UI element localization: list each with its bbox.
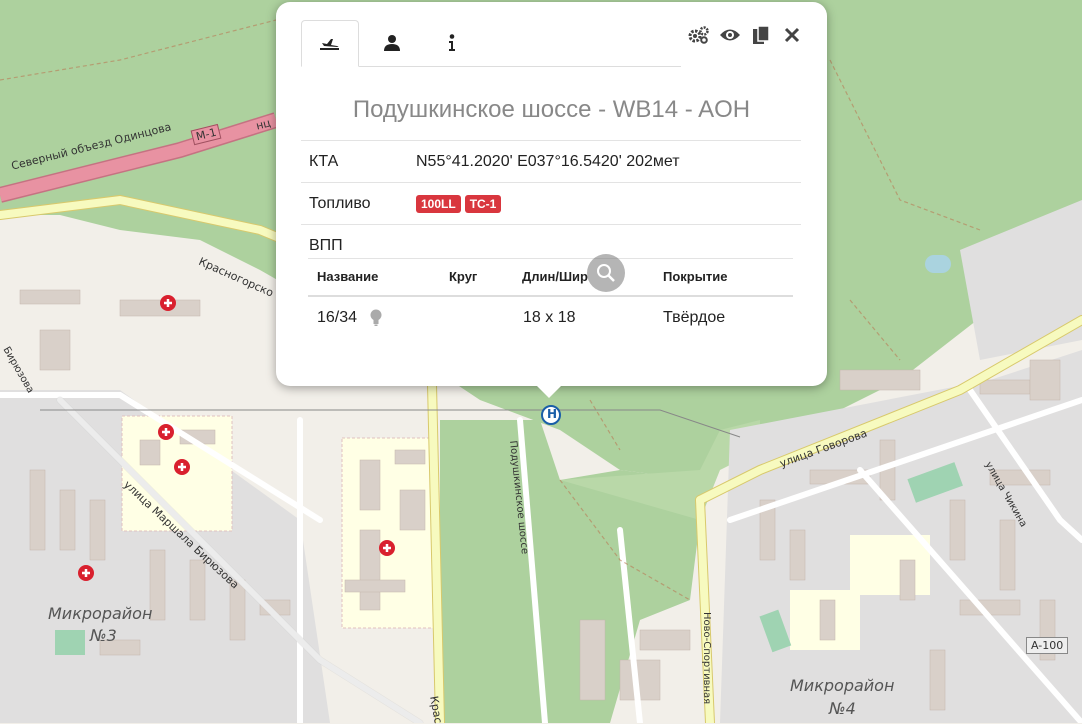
table-header-circuit: Круг — [449, 269, 478, 284]
plane-icon — [320, 38, 339, 50]
popup-pointer — [537, 386, 561, 398]
kta-label: КТА — [309, 153, 339, 170]
zoom-search-button[interactable] — [587, 254, 625, 292]
lightbulb-icon — [370, 309, 382, 326]
runway-surface: Твёрдое — [663, 309, 726, 326]
kta-row: КТА N55°41.2020' E037°16.5420' 202мет — [301, 140, 801, 183]
a100-shield: A-100 — [1026, 637, 1069, 654]
helipad-label[interactable]: H — [547, 407, 557, 421]
close-button[interactable] — [781, 24, 803, 46]
runway-row: ВПП — [301, 224, 801, 261]
tab-info[interactable] — [423, 20, 481, 66]
close-icon — [784, 27, 800, 43]
user-icon — [384, 35, 400, 51]
info-icon — [449, 34, 455, 51]
runway-label: ВПП — [309, 237, 343, 254]
fuel-row: Топливо 100LL TC-1 — [301, 182, 801, 225]
copy-button[interactable] — [750, 24, 772, 46]
fuel-badge: TC-1 — [464, 195, 502, 213]
hospital-area — [341, 437, 435, 629]
fuel-label: Топливо — [309, 195, 371, 212]
table-header-dimensions: Длин/Шир — [522, 269, 588, 284]
airfield-popup: Подушкинское шоссе - WB14 - AOH КТА N55°… — [276, 2, 827, 398]
district-label-mkr4: Микрорайон — [790, 676, 895, 695]
district-label-mkr3-number: №3 — [90, 626, 117, 645]
copy-icon — [753, 25, 770, 44]
eye-icon — [720, 29, 740, 41]
settings-button[interactable] — [688, 24, 710, 46]
tab-airfield[interactable] — [301, 20, 359, 67]
road-label-novo-sportivnaya: Ново-Спортивная — [701, 612, 712, 705]
runway-name: 16/34 — [317, 309, 358, 326]
tab-contacts[interactable] — [363, 20, 421, 66]
district-label-mkr3: Микрорайон — [48, 604, 153, 623]
popup-toolbar — [688, 24, 803, 46]
runway-dimensions: 18 x 18 — [523, 309, 576, 326]
fuel-badges: 100LL TC-1 — [416, 195, 505, 213]
kta-value: N55°41.2020' E037°16.5420' 202мет — [416, 153, 680, 170]
view-button[interactable] — [719, 24, 741, 46]
airfield-title: Подушкинское шоссе - WB14 - AOH — [352, 96, 751, 123]
table-header-surface: Покрытие — [663, 269, 728, 284]
fuel-badge: 100LL — [416, 195, 461, 213]
hospital-area — [850, 535, 930, 595]
table-header-name: Название — [317, 269, 379, 284]
search-icon — [597, 264, 615, 282]
popup-tabs — [301, 20, 681, 67]
settings-icon — [688, 26, 709, 44]
district-label-mkr4-number: №4 — [829, 699, 856, 718]
